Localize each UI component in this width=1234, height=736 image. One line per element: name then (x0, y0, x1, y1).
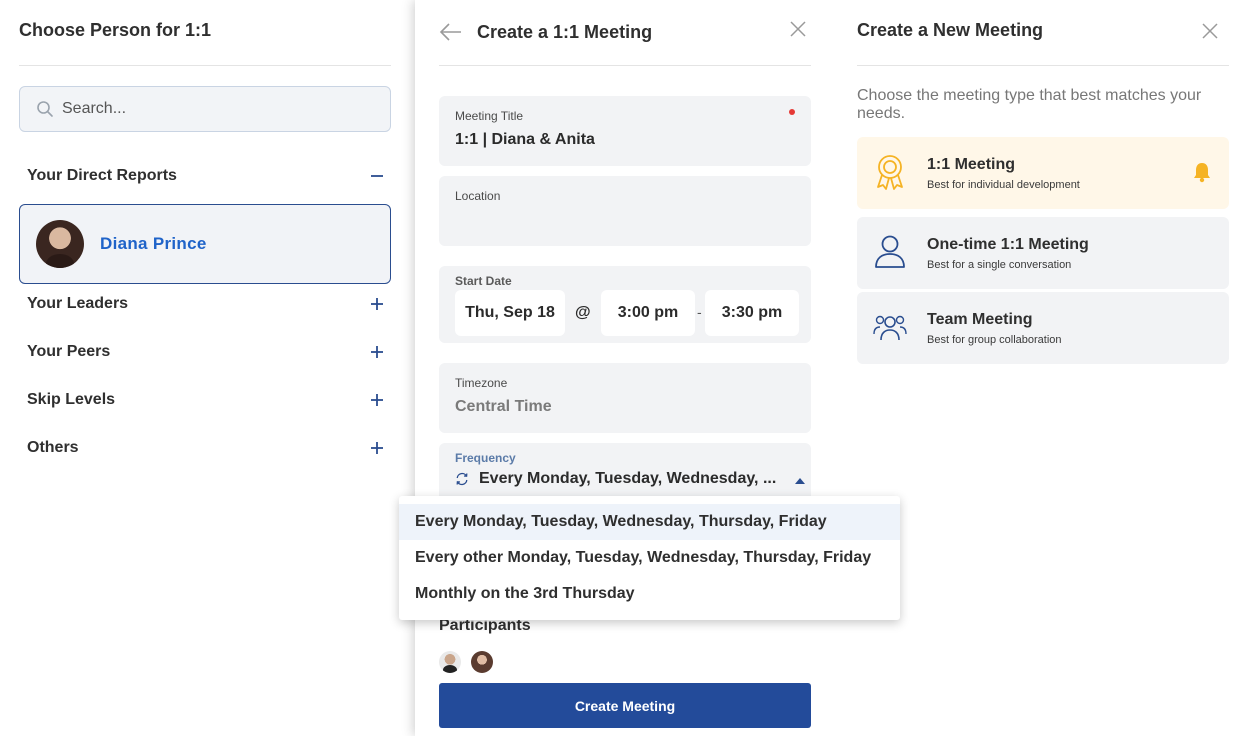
create-meeting-button[interactable]: Create Meeting (439, 683, 811, 728)
group-icon (873, 315, 907, 341)
frequency-value: Every Monday, Tuesday, Wednesday, ... (479, 470, 777, 487)
choose-person-title: Choose Person for 1:1 (19, 20, 212, 40)
section-label: Your Direct Reports (27, 167, 177, 184)
participant-avatar (471, 651, 493, 673)
expand-plus-icon[interactable] (367, 390, 387, 410)
section-label: Your Peers (27, 343, 111, 360)
caret-up-icon[interactable] (795, 478, 805, 484)
meeting-type-title: Create a New Meeting (857, 20, 1044, 40)
meeting-type-team[interactable]: Team Meeting Best for group collaboratio… (857, 292, 1229, 364)
participant-avatar (439, 651, 461, 673)
field-label: Meeting Title (455, 109, 524, 123)
frequency-dropdown-menu: Every Monday, Tuesday, Wednesday, Thursd… (399, 496, 900, 620)
field-label: Frequency (455, 451, 516, 465)
collapse-minus-icon[interactable] (367, 166, 387, 186)
person-name: Diana Prince (100, 234, 207, 253)
divider (857, 65, 1229, 66)
section-label: Others (27, 439, 79, 456)
choose-person-panel: Choose Person for 1:1 Your Direct Report… (0, 0, 410, 736)
meeting-type-description: Choose the meeting type that best matche… (857, 87, 1202, 122)
repeat-icon (456, 472, 468, 486)
frequency-option[interactable]: Every Monday, Tuesday, Wednesday, Thursd… (399, 504, 900, 540)
frequency-value-row: Every Monday, Tuesday, Wednesday, ... (455, 470, 805, 488)
meeting-type-one-time[interactable]: One-time 1:1 Meeting Best for a single c… (857, 217, 1229, 289)
meeting-type-title: 1:1 Meeting (927, 156, 1016, 173)
close-icon[interactable] (1201, 22, 1219, 45)
timezone-field[interactable]: Timezone Central Time (439, 363, 811, 433)
award-ribbon-icon (877, 155, 903, 190)
meeting-type-one-on-one[interactable]: 1:1 Meeting Best for individual developm… (857, 137, 1229, 209)
required-indicator (789, 109, 795, 115)
start-date-field: Start Date Thu, Sep 18 @ 3:00 pm - 3:30 … (439, 266, 811, 343)
page-title: Create a 1:1 Meeting (477, 21, 653, 42)
section-leaders[interactable]: Your Leaders (27, 292, 387, 316)
meeting-type-title: Team Meeting (927, 311, 1033, 328)
search-icon (37, 101, 53, 117)
section-peers[interactable]: Your Peers (27, 340, 387, 364)
start-time-picker[interactable]: 3:00 pm (601, 290, 695, 336)
timezone-value: Central Time (455, 398, 552, 415)
meeting-type-subtitle: Best for a single conversation (927, 259, 1072, 271)
section-label: Your Leaders (27, 295, 129, 312)
divider (439, 65, 811, 66)
expand-plus-icon[interactable] (367, 438, 387, 458)
meeting-type-subtitle: Best for individual development (927, 179, 1080, 191)
field-label: Location (455, 189, 501, 203)
section-skip-levels[interactable]: Skip Levels (27, 388, 387, 412)
frequency-option[interactable]: Every other Monday, Tuesday, Wednesday, … (399, 540, 900, 576)
at-symbol: @ (575, 304, 591, 321)
expand-plus-icon[interactable] (367, 294, 387, 314)
person-card-diana-prince[interactable]: Diana Prince (19, 204, 391, 284)
section-others[interactable]: Others (27, 436, 387, 460)
meeting-type-subtitle: Best for group collaboration (927, 334, 1062, 346)
frequency-select[interactable]: Frequency Every Monday, Tuesday, Wednesd… (439, 443, 811, 496)
search-input[interactable] (62, 100, 362, 118)
meeting-type-title: One-time 1:1 Meeting (927, 236, 1089, 253)
field-label: Start Date (455, 274, 512, 288)
location-field[interactable]: Location (439, 176, 811, 246)
time-separator: - (697, 304, 702, 320)
divider (19, 65, 391, 66)
create-meeting-header: Create a 1:1 Meeting (439, 18, 811, 46)
meeting-title-value: 1:1 | Diana & Anita (455, 131, 595, 148)
create-meeting-panel: Create a 1:1 Meeting Meeting Title 1:1 |… (415, 0, 833, 736)
bell-icon (1194, 163, 1210, 183)
start-date-picker[interactable]: Thu, Sep 18 (455, 290, 565, 336)
meeting-title-field[interactable]: Meeting Title 1:1 | Diana & Anita (439, 96, 811, 166)
avatar (36, 220, 84, 268)
person-icon (875, 235, 905, 268)
field-label: Timezone (455, 376, 508, 390)
end-time-picker[interactable]: 3:30 pm (705, 290, 799, 336)
meeting-type-panel: Create a New Meeting Choose the meeting … (833, 0, 1234, 736)
close-icon[interactable] (789, 20, 807, 43)
frequency-option[interactable]: Monthly on the 3rd Thursday (399, 576, 900, 612)
section-direct-reports[interactable]: Your Direct Reports (27, 164, 387, 188)
expand-plus-icon[interactable] (367, 342, 387, 362)
section-label: Skip Levels (27, 391, 116, 408)
back-arrow-icon[interactable] (439, 23, 463, 41)
search-box[interactable] (19, 86, 391, 132)
